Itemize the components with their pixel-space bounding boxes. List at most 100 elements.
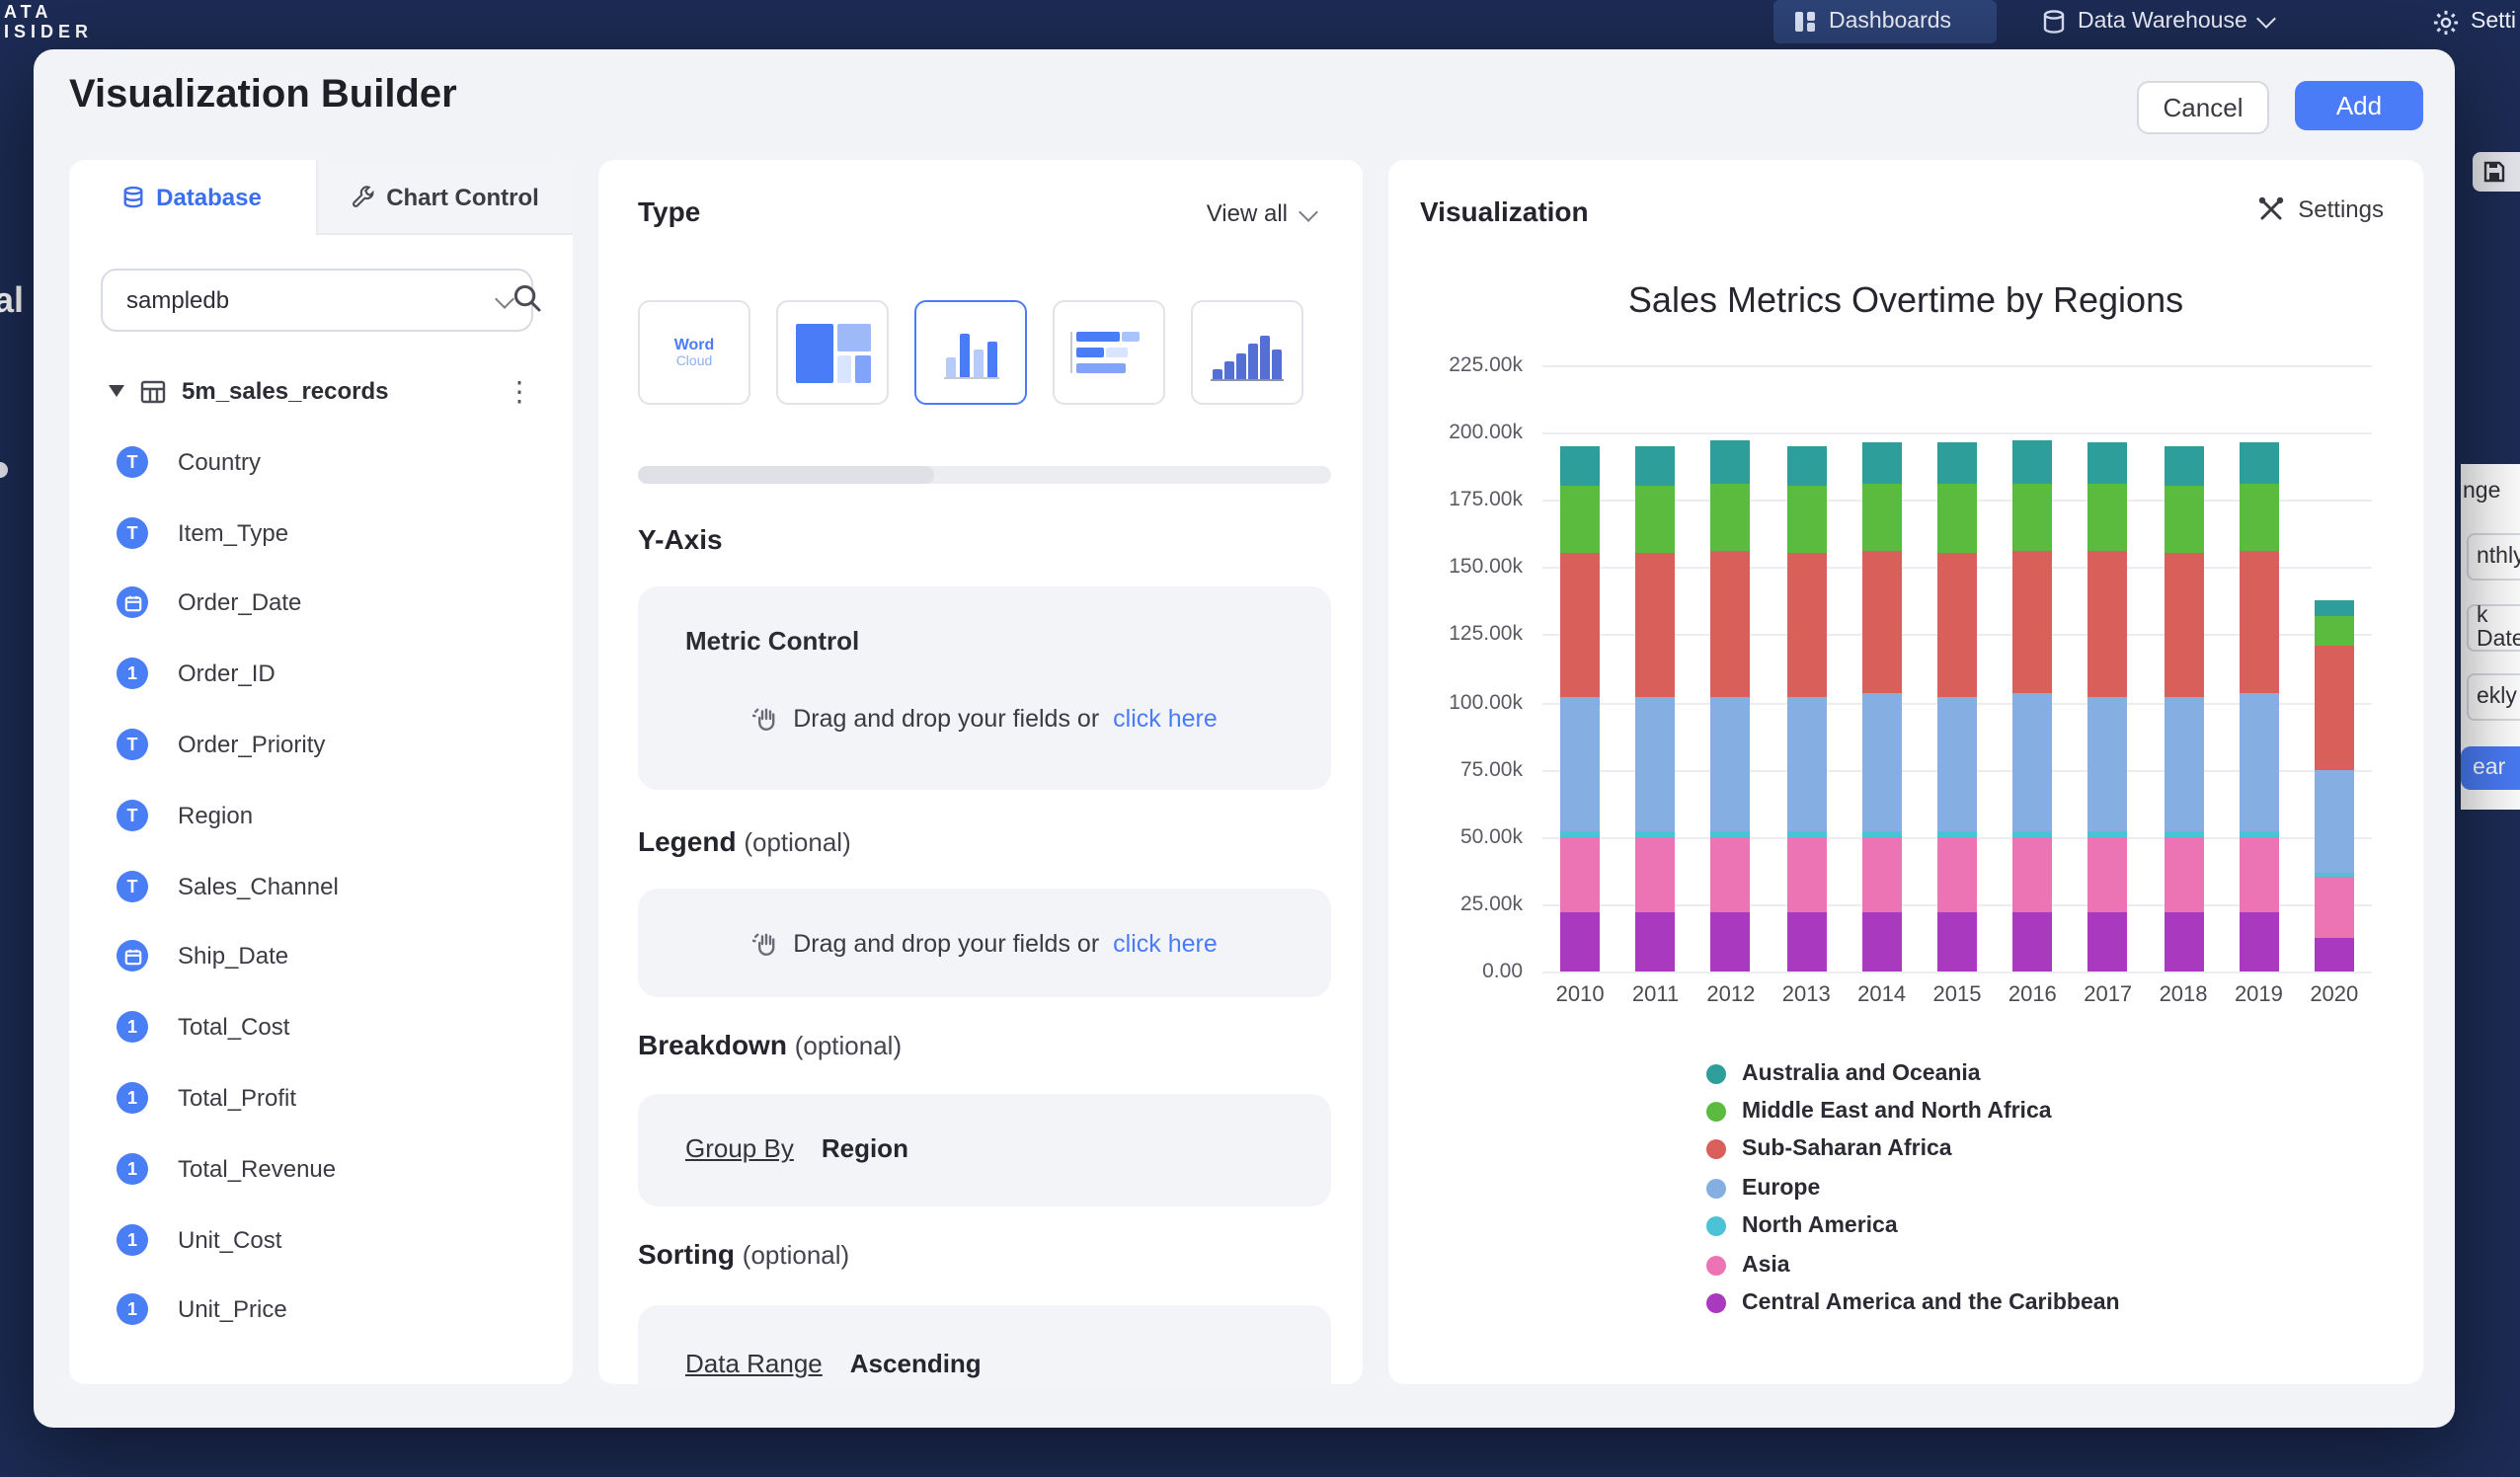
database-select[interactable]: sampledb: [101, 269, 533, 332]
bar-segment: [2239, 443, 2278, 484]
bar-segment: [1786, 913, 1826, 972]
screen: ATA ISIDER Dashboards Data Warehouse Set…: [0, 0, 2520, 1477]
bar-segment: [1862, 443, 1902, 484]
bar-segment: [2012, 694, 2052, 832]
field-item-order_date[interactable]: Order_Date: [69, 568, 573, 639]
text-field-icon: T: [117, 729, 148, 760]
tab-chart-control[interactable]: Chart Control: [315, 160, 573, 235]
background-control-fragment[interactable]: k Date: [2467, 604, 2520, 652]
group-by-label[interactable]: Group By: [685, 1133, 794, 1163]
background-control-fragment[interactable]: nthly: [2467, 533, 2520, 581]
gridline: [1542, 972, 2372, 974]
view-all-dropdown[interactable]: View all: [1207, 199, 1315, 227]
legend-dropzone[interactable]: Drag and drop your fields or click here: [638, 889, 1331, 997]
bar-segment: [1786, 697, 1826, 832]
breakdown-group-box[interactable]: Group By Region: [638, 1094, 1331, 1206]
field-item-unit_cost[interactable]: 1Unit_Cost: [69, 1205, 573, 1276]
breakdown-section-title: Breakdown (optional): [638, 1029, 902, 1060]
chart-type-treemap[interactable]: [776, 300, 889, 405]
field-label: Total_Profit: [178, 1084, 296, 1112]
sorting-direction-value[interactable]: Ascending: [850, 1349, 982, 1378]
word-cloud-word: Word: [674, 335, 715, 352]
chart-type-scrollbar[interactable]: [638, 466, 1331, 484]
legend-item: North America: [1706, 1207, 2120, 1246]
bar-2015: [1937, 443, 1977, 972]
group-by-value[interactable]: Region: [822, 1133, 908, 1163]
bar-segment: [2239, 694, 2278, 832]
x-axis-label: 2016: [1995, 983, 2070, 1007]
sorting-optional-label: (optional): [743, 1240, 849, 1270]
add-button[interactable]: Add: [2295, 81, 2423, 130]
bar-segment: [2088, 443, 2128, 484]
click-here-link[interactable]: click here: [1113, 930, 1218, 958]
bar-segment: [2315, 646, 2354, 770]
search-icon[interactable]: [512, 282, 543, 314]
bar-segment: [2088, 551, 2128, 697]
table-tree-header[interactable]: 5m_sales_records ⋮: [69, 365, 573, 417]
bar-segment: [1560, 554, 1600, 697]
bar-segment: [1711, 484, 1751, 551]
table-menu-kebab-icon[interactable]: ⋮: [506, 374, 533, 408]
scrollbar-thumb[interactable]: [638, 466, 934, 484]
bar-segment: [1937, 697, 1977, 832]
bar-2018: [2164, 445, 2203, 972]
legend-swatch: [1706, 1179, 1726, 1199]
field-item-ship_date[interactable]: Ship_Date: [69, 921, 573, 992]
field-label: Total_Cost: [178, 1014, 289, 1042]
field-item-unit_price[interactable]: 1Unit_Price: [69, 1275, 573, 1346]
fragment-label: nthly: [2477, 545, 2520, 569]
visualization-builder-modal: Visualization Builder Cancel Add Databas…: [34, 49, 2455, 1428]
field-item-country[interactable]: TCountry: [69, 427, 573, 498]
tab-database[interactable]: Database: [69, 160, 315, 235]
bar-segment: [2088, 697, 2128, 832]
chart-type-stacked-horizontal-bar[interactable]: [1053, 300, 1165, 405]
chart-type-bar-chart-selected[interactable]: [914, 300, 1027, 405]
bar-segment: [1786, 486, 1826, 553]
field-item-item_type[interactable]: TItem_Type: [69, 498, 573, 569]
legend-swatch: [1706, 1063, 1726, 1083]
sorting-field-label[interactable]: Data Range: [685, 1349, 823, 1378]
field-item-region[interactable]: TRegion: [69, 780, 573, 851]
data-warehouse-button[interactable]: Data Warehouse: [2022, 0, 2293, 43]
bar-segment: [1786, 554, 1826, 697]
background-control-fragment[interactable]: ekly: [2467, 673, 2520, 721]
cancel-button[interactable]: Cancel: [2137, 81, 2269, 134]
click-here-link[interactable]: click here: [1113, 705, 1218, 733]
metric-control-dropzone[interactable]: Metric Control Drag and drop your fields…: [638, 586, 1331, 790]
text-field-icon: T: [117, 870, 148, 901]
bar-segment: [1560, 697, 1600, 832]
bar-segment: [1862, 694, 1902, 832]
field-item-sales_channel[interactable]: TSales_Channel: [69, 851, 573, 922]
chart-type-column-chart[interactable]: [1191, 300, 1303, 405]
field-item-order_id[interactable]: 1Order_ID: [69, 639, 573, 710]
x-axis-label: 2012: [1693, 983, 1769, 1007]
chevron-down-icon: [2256, 9, 2276, 29]
legend-item: Australia and Oceania: [1706, 1054, 2120, 1093]
wrench-icon: [351, 185, 374, 208]
treemap-icon: [795, 323, 870, 382]
bar-segment: [1636, 837, 1676, 913]
field-item-order_priority[interactable]: TOrder_Priority: [69, 709, 573, 780]
bar-segment: [2315, 937, 2354, 972]
number-field-icon: 1: [117, 1153, 148, 1185]
settings-topbar-button[interactable]: Setti: [2413, 0, 2520, 43]
bar-segment: [1862, 913, 1902, 972]
database-select-value: sampledb: [126, 286, 229, 314]
fragment-label: ekly: [2477, 685, 2517, 709]
dashboards-button[interactable]: Dashboards: [1773, 0, 1997, 43]
legend-swatch: [1706, 1140, 1726, 1160]
field-item-total_revenue[interactable]: 1Total_Revenue: [69, 1133, 573, 1205]
save-icon-fragment[interactable]: [2473, 152, 2520, 192]
text-field-icon: T: [117, 516, 148, 548]
chart-type-word-cloud[interactable]: Word Cloud: [638, 300, 750, 405]
sorting-box[interactable]: Data Range Ascending: [638, 1305, 1331, 1384]
caret-down-icon[interactable]: [109, 385, 124, 397]
metric-control-title: Metric Control: [685, 626, 859, 656]
background-year-button-fragment[interactable]: ear: [2461, 746, 2520, 790]
legend-item: Europe: [1706, 1169, 2120, 1207]
field-item-total_profit[interactable]: 1Total_Profit: [69, 1062, 573, 1133]
field-item-total_cost[interactable]: 1Total_Cost: [69, 992, 573, 1063]
bar-segment: [1862, 837, 1902, 913]
bar-2012: [1711, 440, 1751, 972]
database-icon: [2042, 10, 2066, 34]
